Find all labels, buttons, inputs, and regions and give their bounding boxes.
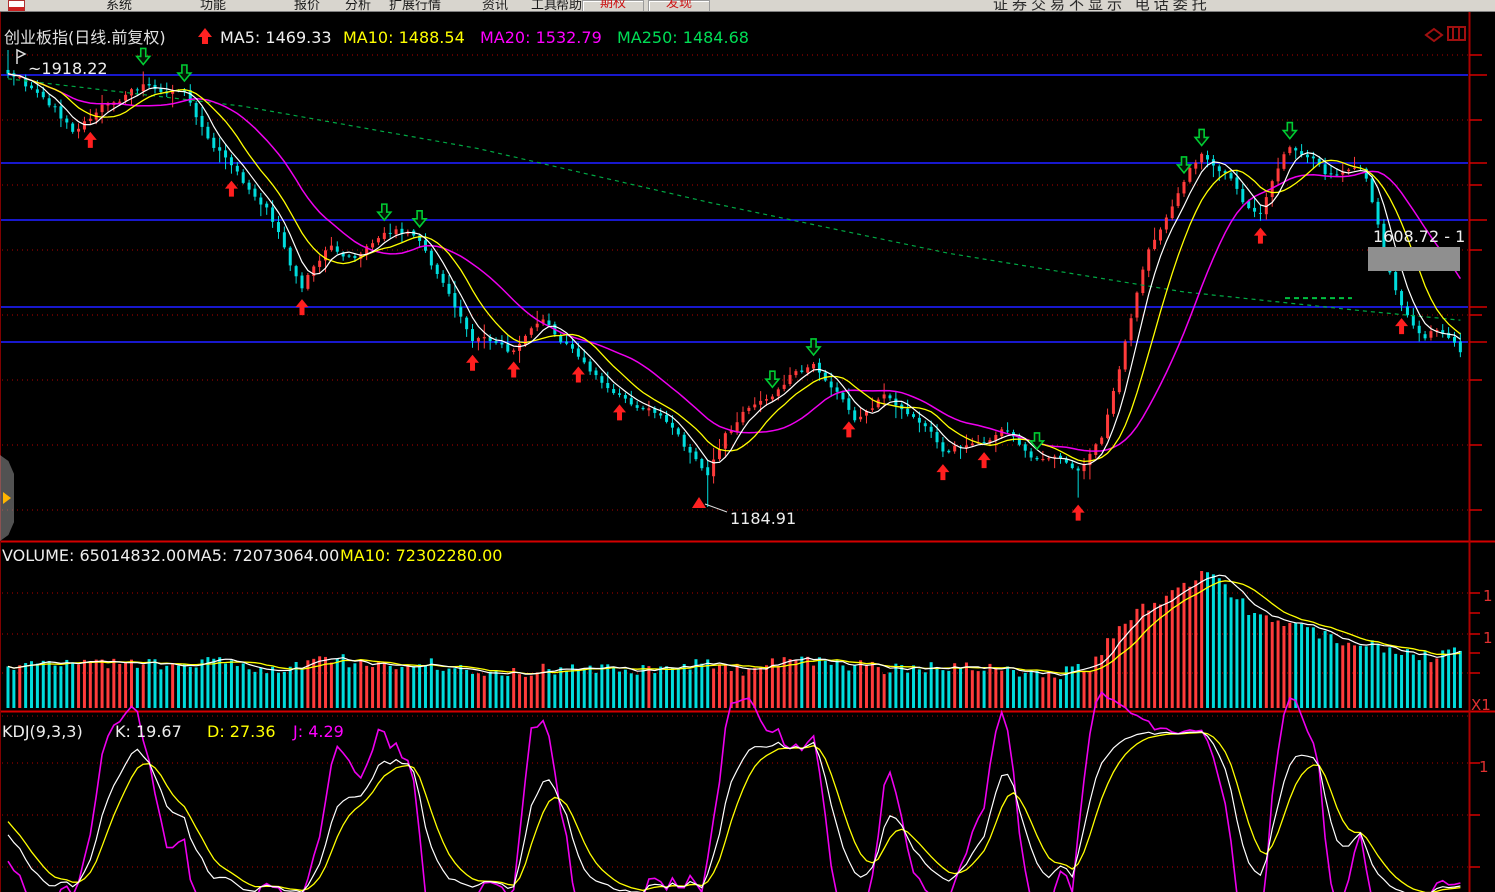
menu-item-quotes[interactable]: 报价 [294,0,320,12]
volume-ma10-label: MA10: 72302280.00 [340,546,502,565]
menu-item-function[interactable]: 功能 [200,0,226,12]
buy-signal-arrow [296,299,309,315]
price-tooltip: 1608.72 - 1 [1373,227,1465,246]
sell-signal-arrow [378,204,391,220]
broker-status-text: 证券交易不显示 电话委托 [993,0,1211,12]
buy-signal-arrow [1395,318,1408,334]
buy-signal-arrow [507,361,520,377]
volume-value-label: VOLUME: 65014832.00 [2,546,186,565]
sell-signal-arrow [1195,129,1208,145]
kdj-name-label: KDJ(9,3,3) [2,722,83,741]
menu-item-tools[interactable]: 工具 [531,0,557,12]
vol-unit-label: X1 [1471,696,1491,714]
volume-ma5-label: MA5: 72073064.00 [187,546,339,565]
buy-signal-arrow [1072,505,1085,521]
menu-bar: 系统 功能 报价 分析 扩展行情 资讯 工具 帮助 期权 发现 证券交易不显示 … [0,0,1495,12]
menu-item-options-hot[interactable]: 期权 [582,0,644,12]
low-price-label: 1184.91 [730,509,796,528]
buy-signal-arrow [842,421,855,437]
sell-signal-arrow [137,48,150,64]
buy-signal-arrow [84,132,97,148]
kdj-j-label: J: 4.29 [292,722,344,741]
buy-signal-arrow [613,404,626,420]
up-arrow-icon [198,28,212,44]
expand-right-icon [3,492,11,504]
vol-axis-label-1: 1 [1483,587,1493,605]
diamond-icon[interactable] [1426,29,1442,41]
ma10-label: MA10: 1488.54 [343,28,465,47]
sell-signal-arrow [413,211,426,227]
ma20-label: MA20: 1532.79 [480,28,602,47]
sell-signal-arrow [766,371,779,387]
tile-window-icon[interactable] [1448,27,1465,40]
buy-signal-arrow [978,452,991,468]
buy-signal-arrow [1254,228,1267,244]
app-window: 系统 功能 报价 分析 扩展行情 资讯 工具 帮助 期权 发现 证券交易不显示 … [0,0,1495,892]
app-logo-icon[interactable] [8,0,25,12]
kdj-d-label: D: 27.36 [207,722,276,741]
sell-signal-arrow [1031,433,1044,449]
menu-item-system[interactable]: 系统 [106,0,132,12]
menu-item-help[interactable]: 帮助 [556,0,582,12]
kdj-axis-label-1: 1 [1479,758,1489,776]
high-price-label: ~1918.22 [28,59,108,78]
chart-area: 创业板指(日线.前复权) MA5: 1469.33 MA10: 1488.54 … [0,12,1495,892]
sell-signal-arrow [1283,123,1296,139]
menu-item-analysis[interactable]: 分析 [345,0,371,12]
kdj-k-label: K: 19.67 [115,722,182,741]
buy-signal-arrow [225,181,238,197]
menu-item-extended[interactable]: 扩展行情 [389,0,441,12]
buy-signal-arrow [466,355,479,371]
ma250-label: MA250: 1484.68 [617,28,749,47]
vol-axis-label-2: 1 [1483,629,1493,647]
chart-title: 创业板指(日线.前复权) [4,28,166,47]
ma5-label: MA5: 1469.33 [220,28,332,47]
chart-canvas[interactable]: 创业板指(日线.前复权) MA5: 1469.33 MA10: 1488.54 … [0,12,1495,892]
menu-item-news[interactable]: 资讯 [482,0,508,12]
sell-signal-arrow [178,65,191,81]
menu-item-discover-hot[interactable]: 发现 [648,0,710,12]
buy-signal-arrow [936,464,949,480]
